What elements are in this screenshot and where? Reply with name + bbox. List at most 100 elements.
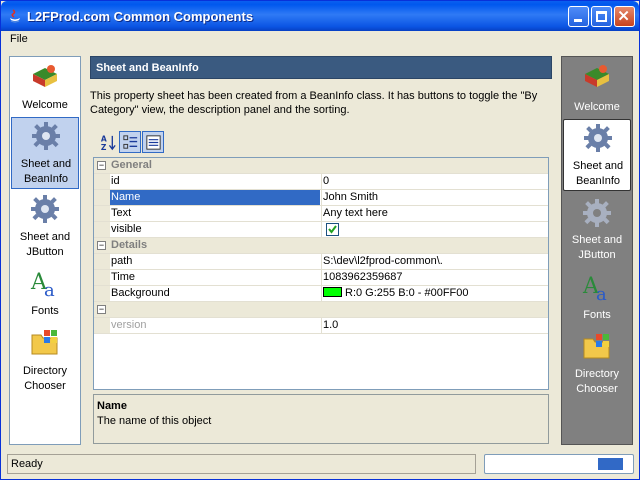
status-bar: Ready xyxy=(7,454,476,474)
close-icon xyxy=(618,10,629,21)
window-title: L2FProd.com Common Components xyxy=(27,9,254,24)
gear-icon xyxy=(584,124,612,152)
sort-az-icon: A Z xyxy=(101,135,116,152)
category-row[interactable]: − General xyxy=(94,158,548,174)
row-gutter xyxy=(94,206,110,221)
folder-icon xyxy=(583,334,610,359)
svg-text:a: a xyxy=(44,280,55,299)
panel-description: This property sheet has been created fro… xyxy=(90,90,538,116)
main-window: L2FProd.com Common Components File Welco… xyxy=(0,0,640,480)
property-name: Text xyxy=(111,207,132,219)
progress-fill xyxy=(598,458,623,470)
panel-title: Sheet and BeanInfo xyxy=(96,62,199,74)
property-name: id xyxy=(111,175,120,187)
category-name: General xyxy=(111,159,152,171)
close-button[interactable] xyxy=(614,6,635,27)
row-gutter xyxy=(94,174,110,189)
nav-label: Directory Chooser xyxy=(22,365,67,392)
sort-button[interactable]: A Z xyxy=(97,131,119,153)
maximize-button[interactable] xyxy=(591,6,612,27)
status-text: Ready xyxy=(11,458,43,470)
nav-item-sheet-and-jbutton[interactable]: Sheet and JButton xyxy=(11,191,79,263)
collapse-icon[interactable]: − xyxy=(97,161,106,170)
property-row[interactable]: id 0 xyxy=(94,174,548,190)
description-text: The name of this object xyxy=(97,415,212,427)
property-value[interactable]: Any text here xyxy=(321,206,548,221)
font-icon: A a xyxy=(582,274,607,303)
nav-item-sheet-and-beaninfo[interactable]: Sheet and BeanInfo xyxy=(11,117,79,189)
nav-label: Welcome xyxy=(574,101,620,113)
gear-icon xyxy=(31,195,59,223)
property-sheet: − General id 0 Name John Smith Text Any … xyxy=(93,157,549,390)
row-gutter xyxy=(94,190,110,205)
description-toggle-button[interactable] xyxy=(142,131,164,153)
property-value[interactable]: 1083962359687 xyxy=(321,270,548,285)
property-name: version xyxy=(111,319,147,331)
minimize-icon xyxy=(574,19,582,22)
nav-label: Sheet and JButton xyxy=(571,234,623,261)
color-swatch xyxy=(323,287,342,297)
book-icon xyxy=(585,65,609,87)
property-value-checkbox[interactable] xyxy=(321,222,548,237)
collapse-icon[interactable]: − xyxy=(97,305,106,314)
folder-icon xyxy=(31,330,58,355)
collapse-icon[interactable]: − xyxy=(97,241,106,250)
right-navigation: Welcome Sheet and BeanInfo Sheet and JBu… xyxy=(561,56,633,445)
nav-item-sheet-and-jbutton[interactable]: Sheet and JButton xyxy=(563,195,631,267)
visible-checkbox[interactable] xyxy=(326,223,339,236)
checkmark-icon xyxy=(328,225,337,234)
property-value[interactable]: 0 xyxy=(321,174,548,189)
property-value-color[interactable]: R:0 G:255 B:0 - #00FF00 xyxy=(321,286,548,301)
property-row[interactable]: path S:\dev\l2fprod-common\. xyxy=(94,254,548,270)
nav-label: Welcome xyxy=(22,99,68,111)
property-name: visible xyxy=(111,223,142,235)
property-row[interactable]: visible xyxy=(94,222,548,238)
left-navigation: Welcome Sheet and BeanInfo Sheet and JBu… xyxy=(9,56,81,445)
minimize-button[interactable] xyxy=(568,6,589,27)
title-bar[interactable]: L2FProd.com Common Components xyxy=(1,1,639,31)
property-value: 1.0 xyxy=(321,318,548,333)
property-row[interactable]: Text Any text here xyxy=(94,206,548,222)
book-icon xyxy=(33,65,57,87)
property-value[interactable]: S:\dev\l2fprod-common\. xyxy=(321,254,548,269)
progress-bar xyxy=(484,454,634,474)
menu-bar: File xyxy=(2,31,638,49)
property-value[interactable]: John Smith xyxy=(321,190,548,205)
svg-text:Z: Z xyxy=(101,143,107,152)
nav-label: Sheet and JButton xyxy=(19,231,71,258)
property-row[interactable]: Time 1083962359687 xyxy=(94,270,548,286)
maximize-icon xyxy=(596,11,607,22)
property-name: path xyxy=(111,255,133,267)
property-row[interactable]: Name John Smith xyxy=(94,190,548,206)
gear-icon xyxy=(583,199,611,227)
property-name: Time xyxy=(111,271,136,283)
nav-item-directory-chooser[interactable]: Directory Chooser xyxy=(11,325,79,397)
nav-item-sheet-and-beaninfo[interactable]: Sheet and BeanInfo xyxy=(563,119,631,191)
property-row[interactable]: Background R:0 G:255 B:0 - #00FF00 xyxy=(94,286,548,302)
category-row[interactable]: − Details xyxy=(94,238,548,254)
row-gutter xyxy=(94,318,110,333)
nav-label: Fonts xyxy=(31,305,59,317)
menu-file[interactable]: File xyxy=(10,33,28,45)
description-panel-icon xyxy=(146,135,161,150)
panel-header: Sheet and BeanInfo xyxy=(90,56,552,79)
category-view-icon xyxy=(123,135,138,149)
java-icon xyxy=(10,9,20,23)
category-row[interactable]: − xyxy=(94,302,548,318)
category-view-button[interactable] xyxy=(119,131,141,153)
nav-item-directory-chooser[interactable]: Directory Chooser xyxy=(563,329,631,401)
nav-label: Directory Chooser xyxy=(574,368,619,395)
description-title: Name xyxy=(97,400,127,412)
row-gutter xyxy=(94,254,110,269)
color-value: R:0 G:255 B:0 - #00FF00 xyxy=(345,287,469,299)
property-row[interactable]: version 1.0 xyxy=(94,318,548,334)
nav-label: Sheet and BeanInfo xyxy=(572,160,624,187)
property-name: Name xyxy=(110,190,320,205)
row-gutter xyxy=(94,270,110,285)
description-panel: Name The name of this object xyxy=(93,394,549,444)
gear-icon xyxy=(32,122,60,150)
row-gutter xyxy=(94,222,110,237)
row-gutter xyxy=(94,286,110,301)
property-name: Background xyxy=(111,287,170,299)
category-name: Details xyxy=(111,239,148,251)
